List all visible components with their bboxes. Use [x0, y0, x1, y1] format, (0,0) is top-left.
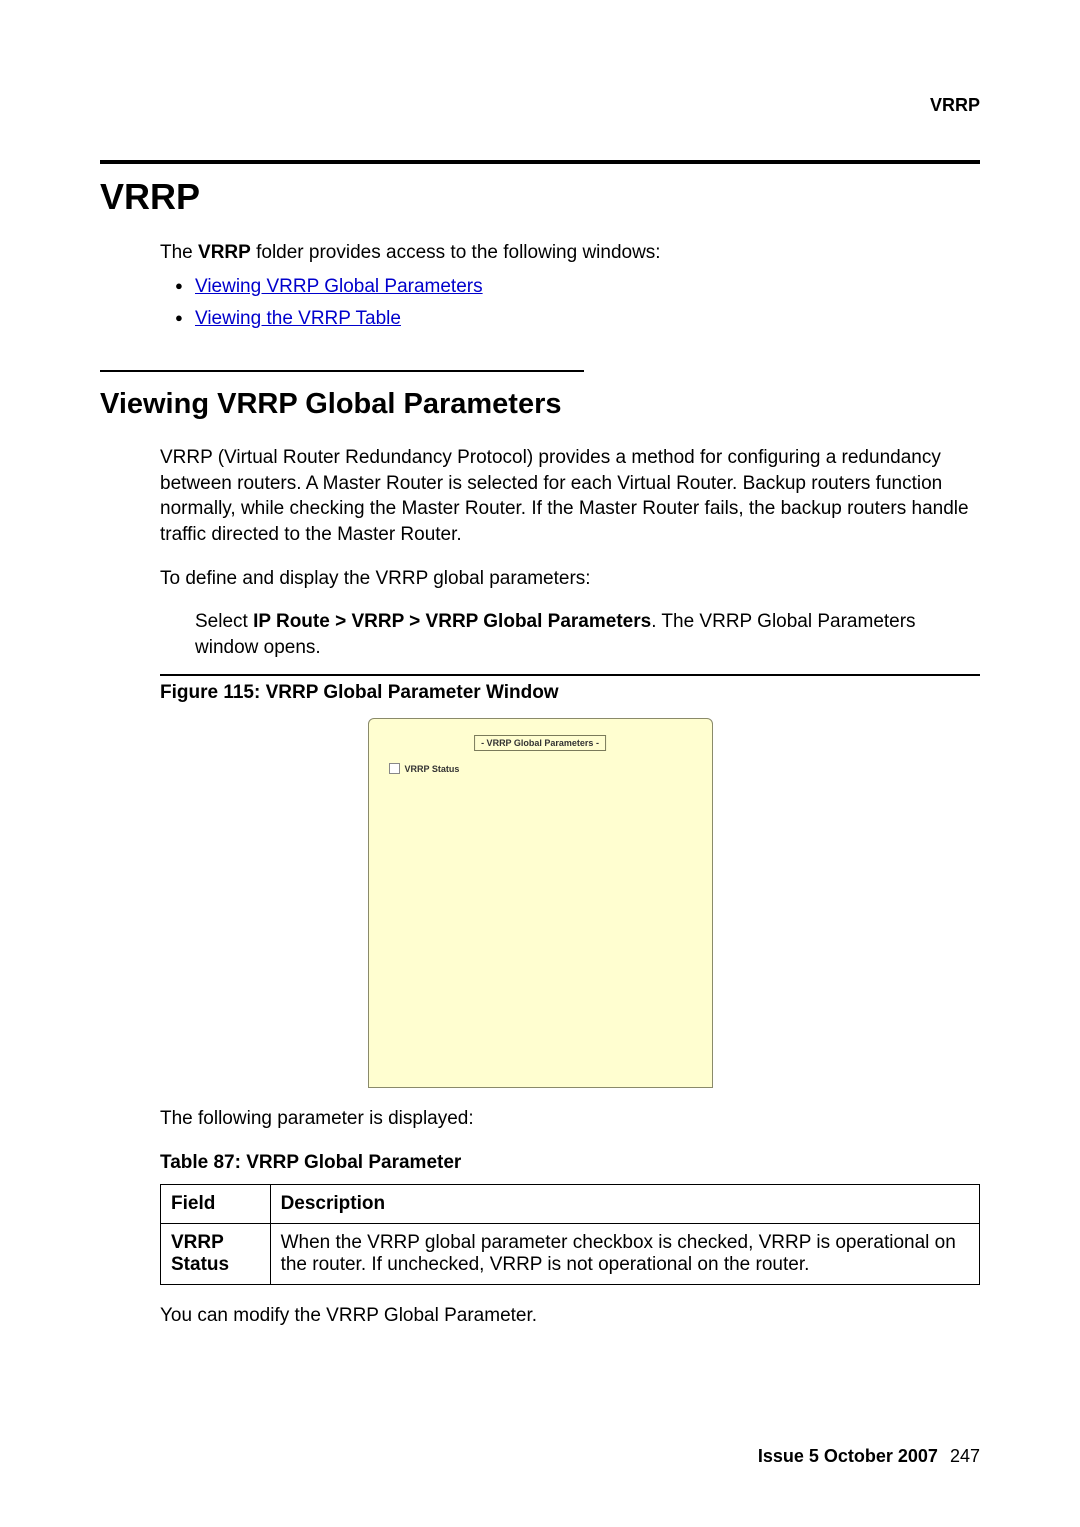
intro-suffix: folder provides access to the following …: [251, 242, 661, 263]
footer-issue: Issue 5 October 2007: [758, 1446, 938, 1466]
td-description: When the VRRP global parameter checkbox …: [270, 1224, 979, 1285]
paragraph-following-parameter: The following parameter is displayed:: [160, 1106, 980, 1132]
links-list: Viewing VRRP Global Parameters Viewing t…: [195, 276, 980, 330]
page-footer: Issue 5 October 2007 247: [758, 1446, 980, 1467]
vrrp-status-checkbox[interactable]: [389, 763, 400, 774]
td-field: VRRP Status: [161, 1224, 271, 1285]
step-bold: IP Route > VRRP > VRRP Global Parameters: [253, 611, 651, 632]
header-section-label: VRRP: [930, 95, 980, 116]
step-select-path: Select IP Route > VRRP > VRRP Global Par…: [195, 609, 980, 660]
paragraph-modify: You can modify the VRRP Global Parameter…: [160, 1303, 980, 1329]
top-rule: [100, 160, 980, 164]
paragraph-vrrp-description: VRRP (Virtual Router Redundancy Protocol…: [160, 445, 980, 548]
th-description: Description: [270, 1185, 979, 1224]
vrrp-status-row: VRRP Status: [389, 763, 460, 774]
link-vrrp-global-parameters[interactable]: Viewing VRRP Global Parameters: [195, 276, 980, 298]
page-title: VRRP: [100, 176, 980, 218]
intro-bold: VRRP: [198, 242, 251, 263]
intro-text: The VRRP folder provides access to the f…: [160, 242, 980, 264]
table-row: VRRP Status When the VRRP global paramet…: [161, 1224, 980, 1285]
vrrp-global-parameter-table: Field Description VRRP Status When the V…: [160, 1184, 980, 1285]
step-prefix: Select: [195, 611, 253, 632]
td-field-bold: VRRP Status: [171, 1232, 229, 1275]
figure-caption: Figure 115: VRRP Global Parameter Window: [160, 682, 980, 704]
paragraph-define-display: To define and display the VRRP global pa…: [160, 566, 980, 592]
section-rule: [100, 370, 584, 372]
intro-prefix: The: [160, 242, 198, 263]
panel-title: - VRRP Global Parameters -: [474, 735, 606, 751]
section-heading: Viewing VRRP Global Parameters: [100, 388, 980, 421]
vrrp-global-parameters-window: - VRRP Global Parameters - VRRP Status: [368, 718, 713, 1088]
figure-rule: [160, 674, 980, 676]
table-caption: Table 87: VRRP Global Parameter: [160, 1152, 980, 1174]
table-header-row: Field Description: [161, 1185, 980, 1224]
th-field: Field: [161, 1185, 271, 1224]
footer-page-number: 247: [950, 1446, 980, 1466]
link-vrrp-table[interactable]: Viewing the VRRP Table: [195, 308, 980, 330]
vrrp-status-label: VRRP Status: [405, 764, 460, 774]
